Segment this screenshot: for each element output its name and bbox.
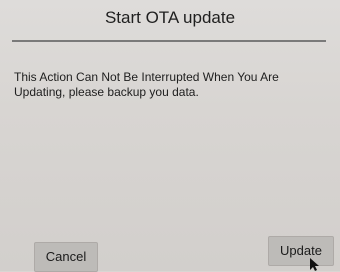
update-button[interactable]: Update: [268, 236, 334, 266]
title-divider: [12, 40, 326, 42]
mouse-pointer-icon: [310, 258, 319, 271]
cancel-button[interactable]: Cancel: [34, 242, 98, 272]
dialog-title: Start OTA update: [104, 8, 236, 27]
ota-update-dialog: Start OTA update This Action Can Not Be …: [0, 0, 340, 272]
dialog-message: This Action Can Not Be Interrupted When …: [14, 70, 279, 99]
